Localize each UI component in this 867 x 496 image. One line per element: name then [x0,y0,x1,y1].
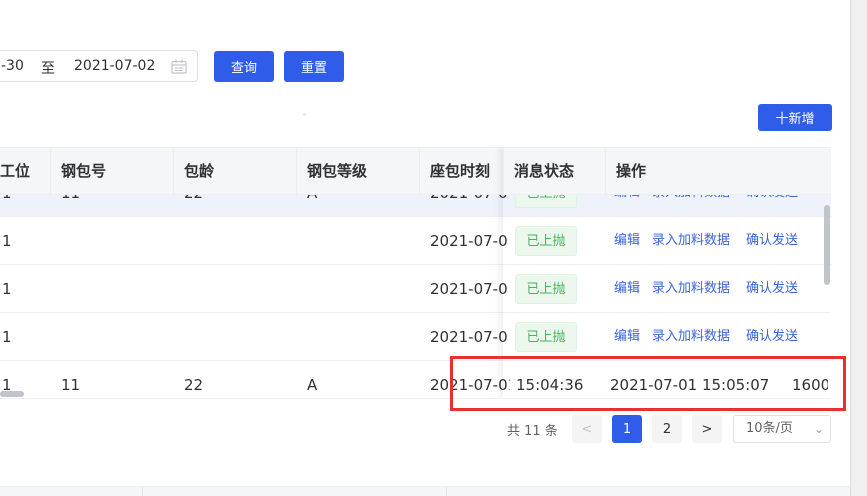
horizontal-scrollbar[interactable] [0,391,24,397]
header-station: 工位 [0,162,31,180]
table-header: 工位 钢包号 包龄 钢包等级 座包时刻 消息状态 操作 [0,147,831,196]
confirm-send-link[interactable]: 确认发送 [746,217,798,265]
page-1-button[interactable]: 1 [612,415,642,443]
cell-time: 2021-07-0 [430,232,508,250]
cell-station: 1 [2,280,12,298]
edit-link[interactable]: 编辑 [614,217,640,265]
query-button[interactable]: 查询 [214,51,274,82]
cell-time: 2021-07-0 [430,328,508,346]
start-date-text[interactable]: -30 [1,58,24,74]
vertical-scrollbar[interactable] [824,205,830,285]
cell-time: 2021-07-0 [430,280,508,298]
header-ladle-grade: 钢包等级 [296,148,419,196]
page-2-button[interactable]: 2 [652,415,682,443]
status-badge: 已上抛 [515,226,577,256]
table-row[interactable]: 1 2021-07-0 已上抛 编辑 录入加料数据 确认发送 [0,217,831,265]
column-divider [446,487,447,496]
cell-station: 1 [2,232,12,250]
end-date-text[interactable]: 2021-07-02 [74,58,155,74]
header-ladle-age: 包龄 [173,148,296,196]
enter-feed-data-link[interactable]: 录入加料数据 [652,217,730,265]
cell-age: 22 [184,376,204,394]
column-divider [142,487,143,496]
confirm-send-link[interactable]: 确认发送 [746,265,798,313]
add-button[interactable]: 十新增 [758,104,832,131]
reset-button[interactable]: 重置 [284,51,344,82]
header-message-status: 消息状态 [503,148,605,196]
page-size-value: 10条/页 [746,421,793,436]
header-actions: 操作 [605,148,831,196]
page-scrollbar-gutter[interactable] [850,0,867,496]
enter-feed-data-link[interactable]: 录入加料数据 [652,265,730,313]
chevron-down-icon: ⌄ [813,422,824,436]
cell-ladle: 11 [61,376,81,394]
next-page-button[interactable]: > [692,415,722,443]
status-badge: 已上抛 [515,274,577,304]
date-range-picker[interactable]: -30 至 2021-07-02 [0,50,198,82]
enter-feed-data-link[interactable]: 录入加料数据 [652,313,730,361]
header-seat-time: 座包时刻 [419,148,503,196]
status-badge: 已上抛 [515,322,577,352]
table-row[interactable]: 1 2021-07-0 已上抛 编辑 录入加料数据 确认发送 [0,265,831,313]
confirm-send-link[interactable]: 确认发送 [746,313,798,361]
highlight-annotation-box [450,356,846,411]
edit-link[interactable]: 编辑 [614,313,640,361]
cell-station: 1 [2,328,12,346]
table-row[interactable]: 1 2021-07-0 已上抛 编辑 录入加料数据 确认发送 [0,313,831,361]
decorative-dot [303,113,306,116]
calendar-icon[interactable] [171,59,187,74]
pagination-total: 共 11 条 [507,424,558,439]
bottom-table-header-strip [0,486,850,496]
header-ladle-no: 钢包号 [50,148,173,196]
cell-grade: A [307,376,318,394]
page: -30 至 2021-07-02 查询 重置 十新增 1 11 22 A 202… [0,0,867,496]
date-range-separator: 至 [41,61,55,77]
edit-link[interactable]: 编辑 [614,265,640,313]
prev-page-button[interactable]: < [572,415,602,443]
page-size-select[interactable]: 10条/页 ⌄ [733,415,831,443]
